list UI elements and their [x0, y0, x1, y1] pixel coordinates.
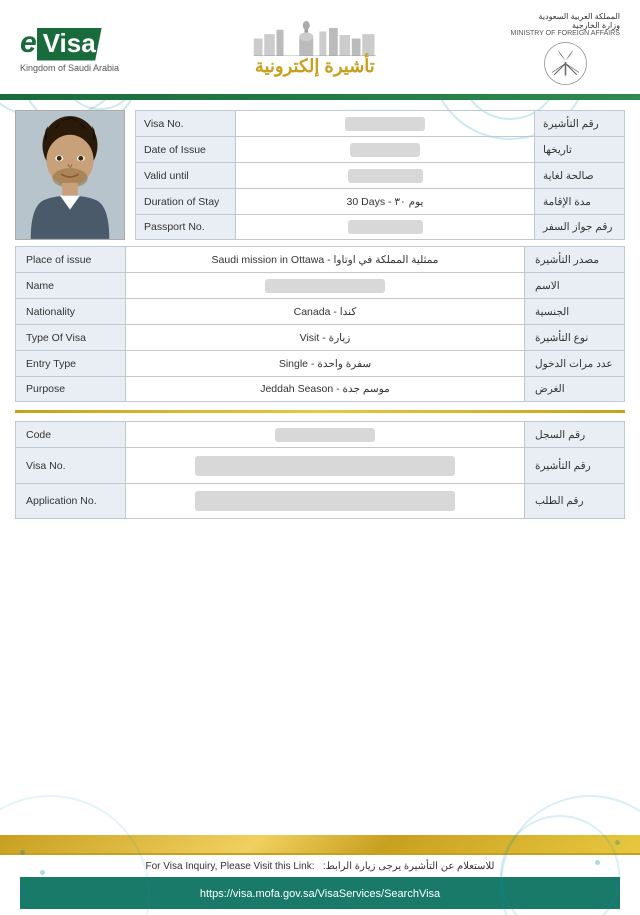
- visa-no-arabic: رقم التأشيرة: [534, 111, 624, 136]
- valid-until-row: Valid until صالحة لغاية: [135, 162, 625, 188]
- duration-arabic: مدة الإقامة: [534, 189, 624, 214]
- header-right: المملكة العربية السعودية وزارة الخارجية …: [511, 12, 620, 86]
- valid-until-arabic: صالحة لغاية: [534, 163, 624, 188]
- type-of-visa-value: Visit - زيارة: [126, 325, 524, 350]
- code-value: [126, 422, 524, 447]
- place-of-issue-row: Place of issue Saudi mission in Ottawa -…: [15, 246, 625, 272]
- code-visa-no-value: [126, 448, 524, 483]
- passport-no-row: Passport No. رقم جواز السفر: [135, 214, 625, 240]
- name-label: Name: [16, 273, 126, 298]
- gold-bottom-bar: [0, 835, 640, 853]
- person-icon: [16, 110, 124, 240]
- code-arabic: رقم السجل: [524, 422, 624, 447]
- type-of-visa-label: Type Of Visa: [16, 325, 126, 350]
- entry-type-arabic: عدد مرات الدخول: [524, 351, 624, 376]
- evisa-logo: e Visa Kingdom of Saudi Arabia: [20, 26, 119, 73]
- entry-type-row: Entry Type Single - سفرة واحدة عدد مرات …: [15, 350, 625, 376]
- application-no-value: [126, 484, 524, 518]
- header-center: تأشيرة إلكترونية: [250, 21, 380, 77]
- ministry-english: MINISTRY OF FOREIGN AFFAIRS: [511, 30, 620, 37]
- visa-no-row: Visa No. رقم التأشيرة: [135, 110, 625, 136]
- purpose-value: Jeddah Season - موسم جدة: [126, 377, 524, 401]
- city-skyline-icon: [250, 21, 380, 56]
- code-section: Code رقم السجل Visa No. رقم التأشيرة App…: [15, 421, 625, 519]
- visa-no-label: Visa No.: [136, 111, 236, 136]
- place-of-issue-value: Saudi mission in Ottawa - ممثلية المملكة…: [126, 247, 524, 272]
- entry-type-value: Single - سفرة واحدة: [126, 351, 524, 376]
- evisa-e-letter: e: [20, 26, 37, 60]
- main-content: Visa No. رقم التأشيرة Date of Issue تاري…: [0, 100, 640, 835]
- code-blurred: [275, 428, 375, 442]
- nationality-label: Nationality: [16, 299, 126, 324]
- purpose-row: Purpose Jeddah Season - موسم جدة الغرض: [15, 376, 625, 402]
- place-of-issue-arabic: مصدر التأشيرة: [524, 247, 624, 272]
- code-visa-no-row: Visa No. رقم التأشيرة: [15, 447, 625, 483]
- gold-separator: [15, 410, 625, 413]
- application-no-row: Application No. رقم الطلب: [15, 483, 625, 519]
- visa-document: e Visa Kingdom of Saudi Arabia: [0, 0, 640, 915]
- header: e Visa Kingdom of Saudi Arabia: [0, 0, 640, 94]
- footer: للاستعلام عن التأشيرة يرجى زيارة الرابط:…: [0, 853, 640, 915]
- entry-type-label: Entry Type: [16, 351, 126, 376]
- application-no-arabic: رقم الطلب: [524, 484, 624, 518]
- duration-row: Duration of Stay 30 Days - يوم ٣٠ مدة ال…: [135, 188, 625, 214]
- nationality-row: Nationality Canada - كندا الجنسية: [15, 298, 625, 324]
- purpose-arabic: الغرض: [524, 377, 624, 401]
- ministry-name: المملكة العربية السعودية وزارة الخارجية …: [511, 12, 620, 37]
- duration-label: Duration of Stay: [136, 189, 236, 214]
- footer-inquiry-text: للاستعلام عن التأشيرة يرجى زيارة الرابط:…: [20, 861, 620, 872]
- evisa-visa-text: Visa: [37, 28, 102, 61]
- visa-no-barcode-blurred: [195, 456, 455, 476]
- date-of-issue-label: Date of Issue: [136, 137, 236, 162]
- passport-no-label: Passport No.: [136, 215, 236, 239]
- top-section: Visa No. رقم التأشيرة Date of Issue تاري…: [15, 110, 625, 240]
- code-visa-no-label: Visa No.: [16, 448, 126, 483]
- name-row: Name الاسم: [15, 272, 625, 298]
- ministry-arabic-1: المملكة العربية السعودية: [511, 12, 620, 21]
- valid-until-value: [236, 163, 534, 188]
- code-visa-no-arabic: رقم التأشيرة: [524, 448, 624, 483]
- application-no-label: Application No.: [16, 484, 126, 518]
- date-of-issue-arabic: تاريخها: [534, 137, 624, 162]
- passport-no-blurred: [348, 220, 423, 234]
- type-of-visa-arabic: نوع التأشيرة: [524, 325, 624, 350]
- duration-value: 30 Days - يوم ٣٠: [236, 189, 534, 214]
- saudi-emblem-icon: [543, 41, 588, 86]
- arabic-evisa-title: تأشيرة إلكترونية: [255, 56, 375, 77]
- footer-arabic-text: للاستعلام عن التأشيرة يرجى زيارة الرابط:: [323, 861, 495, 872]
- footer-link-bar[interactable]: https://visa.mofa.gov.sa/VisaServices/Se…: [20, 877, 620, 909]
- evisa-subtitle: Kingdom of Saudi Arabia: [20, 63, 119, 73]
- footer-link-url[interactable]: https://visa.mofa.gov.sa/VisaServices/Se…: [200, 888, 440, 900]
- visa-no-value: [236, 111, 534, 136]
- valid-until-blurred: [348, 169, 423, 183]
- application-no-barcode-blurred: [195, 491, 455, 511]
- passport-no-value: [236, 215, 534, 239]
- main-details-table: Place of issue Saudi mission in Ottawa -…: [15, 246, 625, 402]
- code-label: Code: [16, 422, 126, 447]
- name-blurred: [265, 279, 385, 293]
- nationality-arabic: الجنسية: [524, 299, 624, 324]
- date-of-issue-blurred: [350, 143, 420, 157]
- place-of-issue-label: Place of issue: [16, 247, 126, 272]
- name-arabic: الاسم: [524, 273, 624, 298]
- code-row: Code رقم السجل: [15, 421, 625, 447]
- ministry-arabic-2: وزارة الخارجية: [511, 21, 620, 30]
- valid-until-label: Valid until: [136, 163, 236, 188]
- name-value: [126, 273, 524, 298]
- date-of-issue-row: Date of Issue تاريخها: [135, 136, 625, 162]
- visa-no-blurred: [345, 117, 425, 131]
- type-of-visa-row: Type Of Visa Visit - زيارة نوع التأشيرة: [15, 324, 625, 350]
- date-of-issue-value: [236, 137, 534, 162]
- footer-english-text: For Visa Inquiry, Please Visit this Link…: [146, 861, 315, 872]
- passport-no-arabic: رقم جواز السفر: [534, 215, 624, 239]
- purpose-label: Purpose: [16, 377, 126, 401]
- nationality-value: Canada - كندا: [126, 299, 524, 324]
- visa-details-table: Visa No. رقم التأشيرة Date of Issue تاري…: [135, 110, 625, 240]
- applicant-photo: [15, 110, 125, 240]
